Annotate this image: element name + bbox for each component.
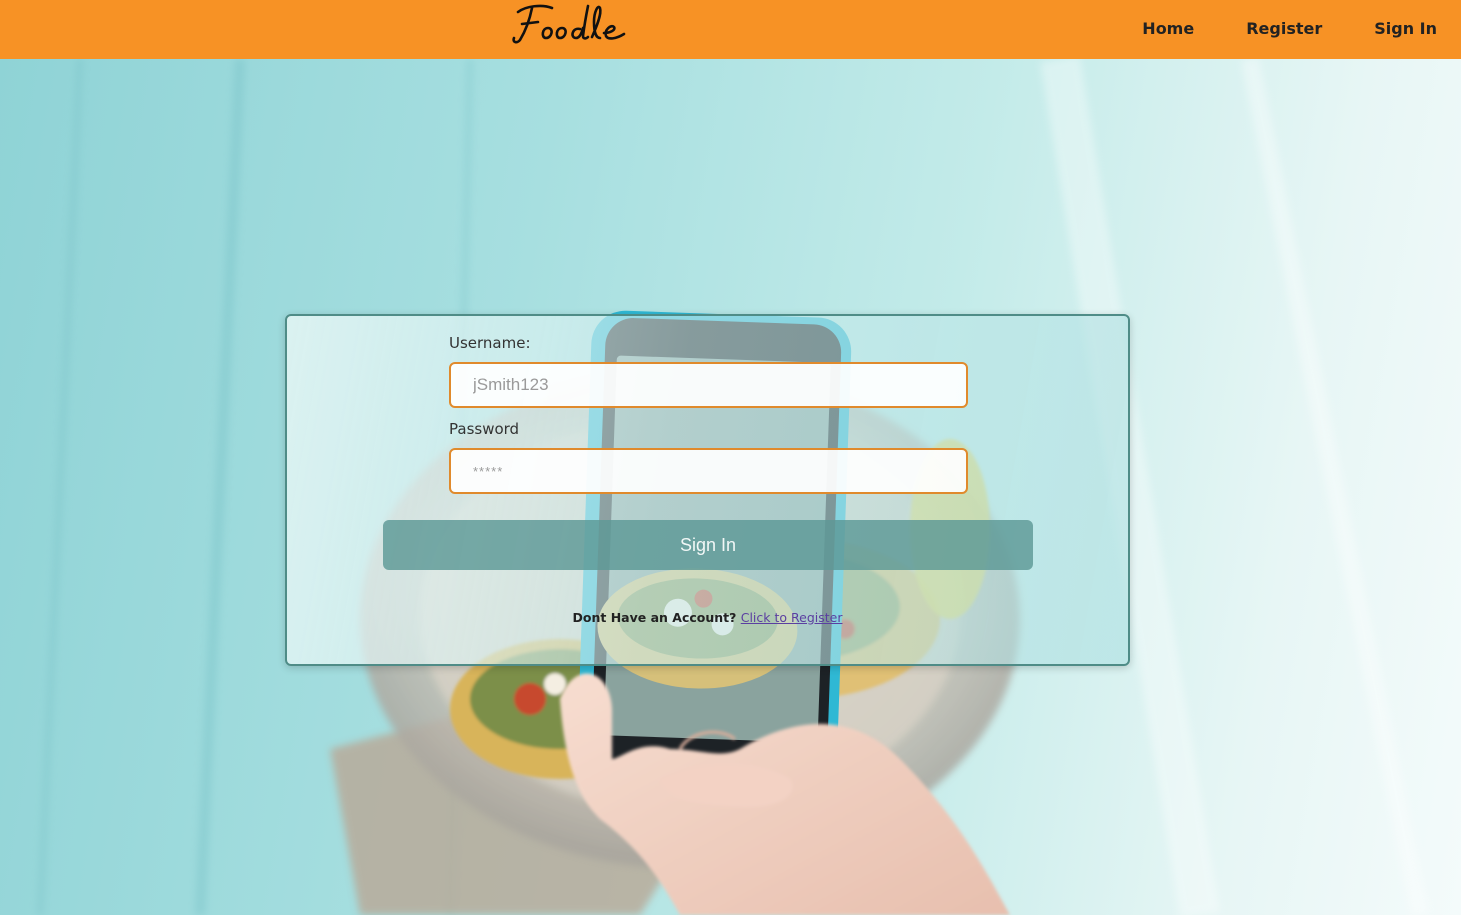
password-label: Password [449,420,520,438]
foodle-logo-wordmark [512,4,626,44]
sign-in-button[interactable]: Sign In [383,520,1033,570]
nav-link-register[interactable]: Register [1246,19,1322,38]
register-prompt-text: Dont Have an Account? [572,610,737,625]
login-form: Username: Password Sign In Dont Have an … [285,314,1130,666]
nav-links: Home Register Sign In [1142,0,1437,56]
username-input[interactable] [449,362,968,408]
nav-link-home[interactable]: Home [1142,19,1194,38]
register-prompt-line: Dont Have an Account? Click to Register [287,610,1128,625]
register-link[interactable]: Click to Register [741,610,843,625]
brand-logo[interactable] [508,0,632,52]
nav-link-sign-in[interactable]: Sign In [1374,19,1437,38]
password-input[interactable] [449,448,968,494]
username-label: Username: [449,334,531,352]
top-navbar: Home Register Sign In [0,0,1461,59]
